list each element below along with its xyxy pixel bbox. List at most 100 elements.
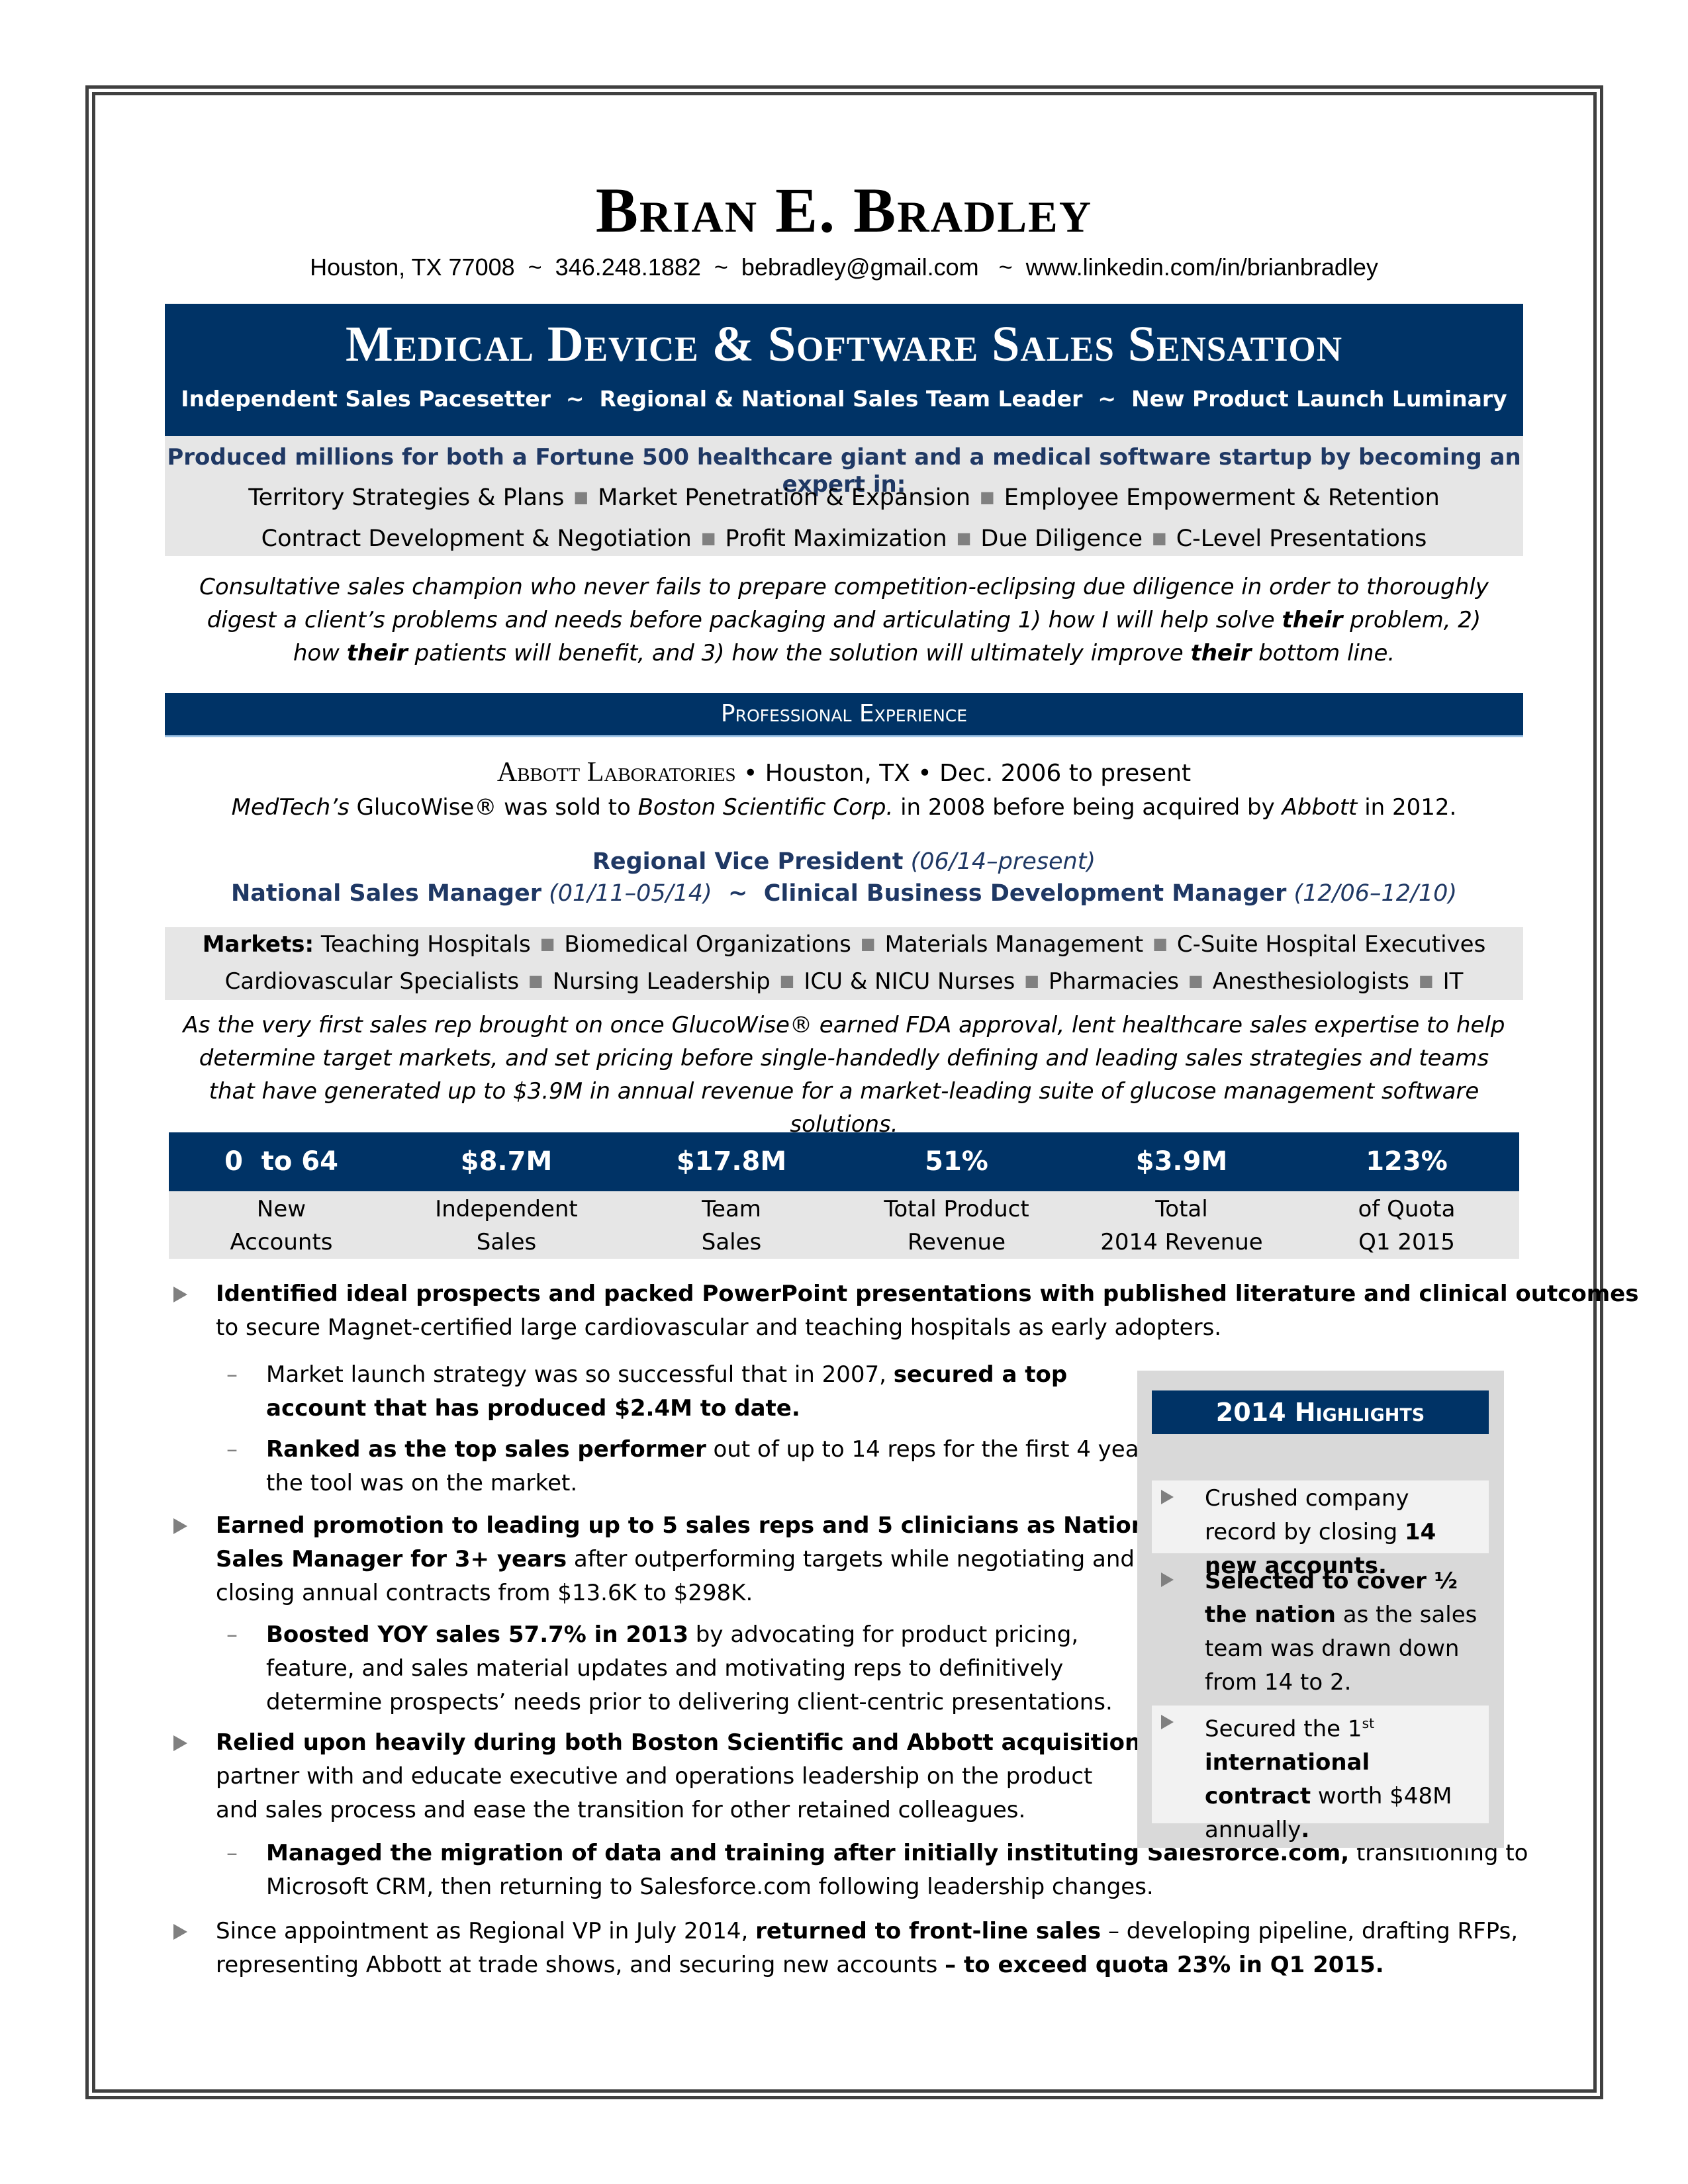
highlight-text: Secured the 1st international contract wo… (1205, 1707, 1483, 1847)
expertise-row-1: Territory Strategies & Plans ■ Market Pene… (165, 484, 1523, 512)
stat-label-line: Team (702, 1196, 761, 1222)
text: Secured the 1 (1205, 1715, 1362, 1743)
company-heading: Abbott Laboratories • Houston, TX • Dec.… (0, 757, 1688, 788)
stat-label: Team Sales (619, 1191, 844, 1259)
achievement-text: Since appointment as Regional VP in July… (216, 1915, 1518, 1982)
role-dates: (01/11–05/14) (541, 880, 712, 907)
stat-label-line: of Quota (1358, 1196, 1456, 1222)
text: determine prospects’ needs prior to deli… (266, 1689, 1113, 1715)
small-square-icon: ■ (1024, 972, 1040, 990)
triangle-bullet-icon (173, 1924, 187, 1940)
summary-text: bottom line. (1251, 640, 1395, 666)
text: and sales process and ease the transitio… (216, 1797, 1026, 1823)
triangle-bullet-icon (173, 1735, 187, 1751)
small-square-icon: ■ (539, 934, 555, 953)
small-square-icon: ■ (860, 934, 876, 953)
text: after outperforming targets while negoti… (567, 1546, 1135, 1572)
highlights-sidebar: 2014 Highlights Crushed company record b… (1137, 1371, 1504, 1848)
small-square-icon: ■ (1418, 972, 1434, 990)
role-line-1: Regional Vice President (06/14–present) (0, 848, 1688, 875)
market-item: Biomedical Organizations (564, 931, 851, 958)
triangle-bullet-icon (173, 1518, 187, 1534)
market-item: C-Suite Hospital Executives (1176, 931, 1486, 958)
expertise-item: Employee Empowerment & Retention (1004, 484, 1440, 511)
highlight-item: Selected to cover ½ the nation as the sa… (1152, 1563, 1489, 1696)
stat-team-sales: $17.8M Team Sales (619, 1132, 844, 1259)
bold-text: Ranked as the top sales performer (266, 1436, 706, 1463)
bold-text: Relied upon heavily during both Boston S… (216, 1729, 1154, 1756)
small-square-icon: ■ (700, 529, 716, 547)
small-square-icon: ■ (956, 529, 972, 547)
stat-label-line: Sales (701, 1229, 762, 1255)
text: the tool was on the market. (266, 1470, 578, 1496)
expertise-item: Contract Development & Negotiation (261, 525, 692, 552)
stat-value: $3.9M (1069, 1132, 1294, 1191)
note-text: Abbott (1282, 794, 1358, 821)
sub-achievement-text: Ranked as the top sales performer out of… (266, 1433, 1160, 1500)
expertise-box: Produced millions for both a Fortune 500… (165, 436, 1523, 556)
text: Crushed company record by closing (1205, 1485, 1409, 1545)
profile-summary: Consultative sales champion who never fa… (185, 570, 1503, 670)
dash-bullet-icon: – (226, 1621, 238, 1648)
bold-text: . (1301, 1817, 1310, 1844)
role-title: Regional Vice President (592, 848, 904, 875)
expertise-item: C-Level Presentations (1176, 525, 1427, 552)
stats-table: 0 to 64 New Accounts $8.7M Independent Sales… (169, 1132, 1519, 1259)
stat-value: 51% (844, 1132, 1069, 1191)
note-text: MedTech’s (231, 794, 350, 821)
market-item: Materials Management (884, 931, 1144, 958)
note-text: Boston Scientific Corp. (637, 794, 894, 821)
stat-label-line: Sales (476, 1229, 537, 1255)
stat-label-line: Total (1155, 1196, 1208, 1222)
summary-emphasis: their (346, 640, 408, 666)
note-text: in 2012. (1357, 794, 1457, 821)
market-item: IT (1442, 968, 1464, 995)
bold-text: Earned promotion to leading up to 5 sale… (216, 1512, 1170, 1539)
note-text: in 2008 before being acquired by (893, 794, 1282, 821)
achievement-text: Relied upon heavily during both Boston S… (216, 1726, 1184, 1827)
market-item: Anesthesiologists (1212, 968, 1409, 995)
stat-label-line: Accounts (230, 1229, 333, 1255)
bold-text: returned to front-line sales (755, 1918, 1102, 1944)
dash-bullet-icon: – (226, 1840, 238, 1866)
headline-title: Medical Device & Software Sales Sensatio… (345, 316, 1343, 372)
expertise-item: Market Penetration & Expansion (598, 484, 971, 511)
market-item: ICU & NICU Nurses (804, 968, 1015, 995)
dash-bullet-icon: – (226, 1436, 238, 1463)
stat-new-accounts: 0 to 64 New Accounts (169, 1132, 394, 1259)
achievement-text: Identified ideal prospects and packed Po… (216, 1277, 1638, 1345)
triangle-bullet-icon (1161, 1490, 1174, 1504)
text: – developing pipeline, drafting RFPs, (1101, 1918, 1519, 1944)
company-dates: Dec. 2006 to present (939, 760, 1192, 787)
text: Market launch strategy was so successful… (266, 1361, 894, 1388)
bold-text: Sales Manager for 3+ years (216, 1546, 567, 1572)
title-banner: Medical Device & Software Sales Sensatio… (165, 304, 1523, 436)
company-name: Abbott Laboratories (496, 757, 736, 788)
text: Since appointment as Regional VP in July… (216, 1918, 756, 1944)
role-summary: As the very first sales rep brought on o… (183, 1012, 1505, 1138)
markets-row-1: Markets: Teaching Hospitals ■ Biomedical O… (165, 931, 1523, 958)
section-heading-experience: Professional Experience (165, 693, 1523, 737)
company-note: MedTech’s GlucoWise® was sold to Boston … (0, 794, 1688, 821)
expertise-item: Profit Maximization (725, 525, 947, 552)
company-location: Houston, TX (765, 760, 910, 787)
text: Microsoft CRM, then returning to Salesfo… (266, 1874, 1154, 1900)
stat-product-revenue: 51% Total Product Revenue (844, 1132, 1069, 1259)
stat-value: $17.8M (619, 1132, 844, 1191)
small-square-icon: ■ (779, 972, 795, 990)
expertise-item: Territory Strategies & Plans (248, 484, 565, 511)
market-item: Cardiovascular Specialists (224, 968, 520, 995)
stat-label: New Accounts (169, 1191, 394, 1259)
text: closing annual contracts from $13.6K to … (216, 1580, 753, 1606)
summary-emphasis: their (1282, 607, 1343, 633)
stat-label: Total 2014 Revenue (1069, 1191, 1294, 1259)
highlight-text: Selected to cover ½ the nation as the sa… (1205, 1565, 1483, 1700)
role-line-2: National Sales Manager (01/11–05/14) ~ C… (0, 880, 1688, 907)
separator: • (910, 760, 940, 787)
bold-text: – to exceed quota 23% in Q1 2015. (945, 1952, 1384, 1978)
dash-bullet-icon: – (226, 1361, 238, 1388)
text: by advocating for product pricing, (688, 1621, 1079, 1648)
role-title: National Sales Manager (230, 880, 541, 907)
contact-line: Houston, TX 77008 ~ 346.248.1882 ~ bebra… (310, 253, 1378, 281)
small-square-icon: ■ (573, 488, 589, 506)
